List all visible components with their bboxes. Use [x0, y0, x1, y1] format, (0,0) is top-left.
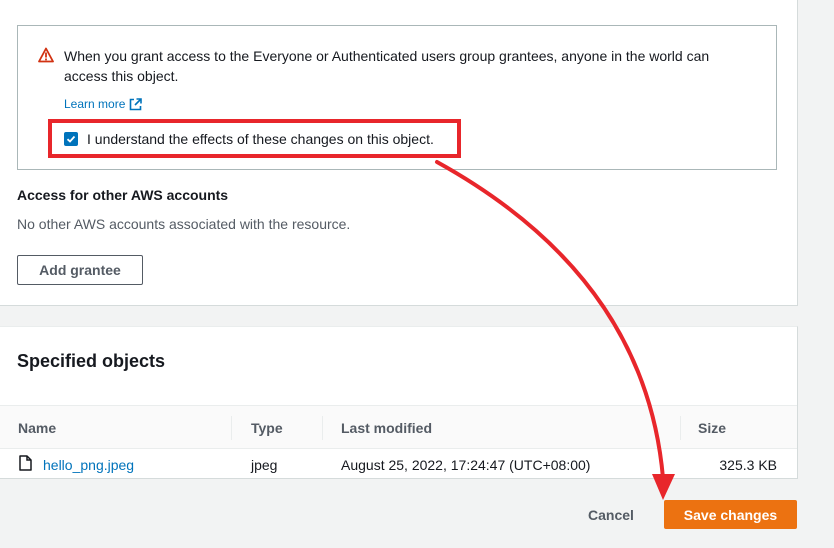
acknowledge-checkbox-row[interactable]: I understand the effects of these change…: [64, 131, 434, 147]
specified-objects-panel: Specified objects Name Type Last modifie…: [0, 326, 798, 479]
permissions-panel: When you grant access to the Everyone or…: [0, 0, 798, 306]
table-row: hello_png.jpeg jpeg August 25, 2022, 17:…: [0, 449, 797, 479]
column-divider: [231, 416, 232, 440]
object-type: jpeg: [251, 457, 278, 473]
acknowledge-checkbox[interactable]: [64, 132, 78, 146]
checkmark-icon: [66, 135, 76, 143]
warning-triangle-icon: [38, 47, 54, 63]
other-accounts-description: No other AWS accounts associated with th…: [17, 216, 351, 232]
acknowledge-checkbox-label: I understand the effects of these change…: [87, 131, 434, 147]
column-header-size[interactable]: Size: [698, 420, 726, 436]
external-link-icon: [130, 97, 143, 110]
objects-table-header: Name Type Last modified Size: [0, 405, 797, 449]
column-header-last-modified[interactable]: Last modified: [341, 420, 432, 436]
warning-text: When you grant access to the Everyone or…: [64, 48, 710, 84]
specified-objects-title: Specified objects: [17, 351, 166, 371]
object-last-modified: August 25, 2022, 17:24:47 (UTC+08:00): [341, 457, 591, 473]
column-header-type[interactable]: Type: [251, 420, 283, 436]
learn-more-label: Learn more: [64, 97, 126, 111]
column-divider: [680, 416, 681, 440]
save-changes-button[interactable]: Save changes: [664, 500, 797, 529]
file-icon: [19, 455, 32, 471]
other-accounts-title: Access for other AWS accounts: [17, 187, 229, 203]
cancel-button[interactable]: Cancel: [572, 502, 650, 528]
learn-more-link[interactable]: Learn more: [64, 97, 143, 111]
column-header-name[interactable]: Name: [18, 420, 56, 436]
warning-alert: When you grant access to the Everyone or…: [17, 25, 777, 170]
object-size: 325.3 KB: [719, 457, 777, 473]
add-grantee-button[interactable]: Add grantee: [17, 255, 143, 285]
column-divider: [322, 416, 323, 440]
object-name-link[interactable]: hello_png.jpeg: [43, 457, 134, 473]
